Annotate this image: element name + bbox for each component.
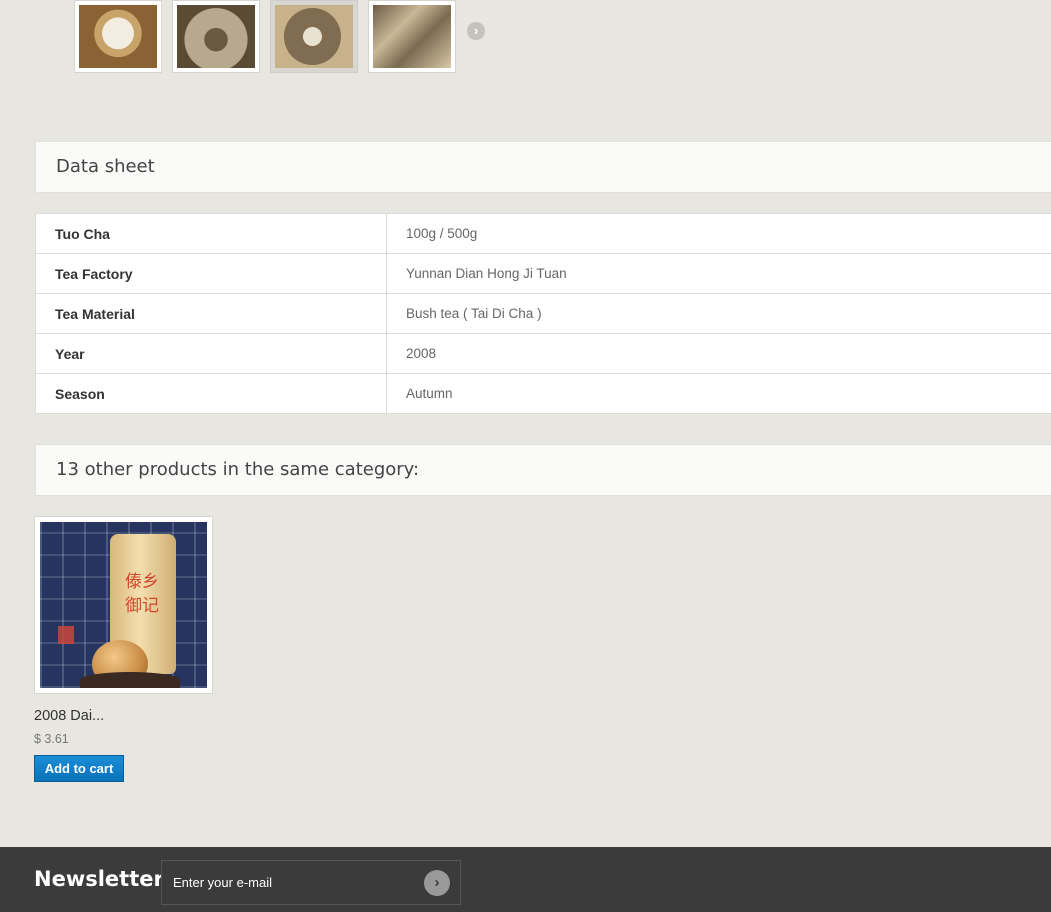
- table-row: Tea Factory Yunnan Dian Hong Ji Tuan: [35, 253, 1051, 294]
- datasheet-key: Year: [35, 333, 387, 374]
- product-price: $ 3.61: [34, 732, 69, 746]
- datasheet-value: 2008: [386, 333, 1051, 374]
- thumbnail-image: [79, 5, 157, 68]
- tray-shape: [80, 672, 180, 688]
- thumbnail-3[interactable]: [270, 0, 358, 73]
- stamp-mark: [58, 626, 74, 644]
- datasheet-value: Bush tea ( Tai Di Cha ): [386, 293, 1051, 334]
- datasheet-key: Tea Factory: [35, 253, 387, 294]
- datasheet-key: Tuo Cha: [35, 213, 387, 254]
- datasheet-key: Tea Material: [35, 293, 387, 334]
- datasheet-key: Season: [35, 373, 387, 414]
- thumbnail-image: [373, 5, 451, 68]
- datasheet-title: Data sheet: [35, 141, 1051, 193]
- datasheet-table: Tuo Cha 100g / 500g Tea Factory Yunnan D…: [35, 213, 1051, 414]
- thumbnail-2[interactable]: [172, 0, 260, 73]
- product-image: 傣乡御记: [40, 522, 207, 688]
- table-row: Tuo Cha 100g / 500g: [35, 213, 1051, 254]
- thumbnail-strip: ›: [74, 0, 485, 73]
- product-card: 傣乡御记 2008 Dai... $ 3.61 Add to cart: [34, 516, 214, 782]
- chevron-right-icon[interactable]: ›: [424, 870, 450, 896]
- bag-lettering: 傣乡御记: [125, 572, 159, 616]
- newsletter-title: Newsletter: [34, 867, 164, 891]
- product-image-link[interactable]: 傣乡御记: [34, 516, 213, 694]
- thumbnail-1[interactable]: [74, 0, 162, 73]
- table-row: Tea Material Bush tea ( Tai Di Cha ): [35, 293, 1051, 334]
- related-products-title: 13 other products in the same category:: [35, 444, 1051, 496]
- product-name-link[interactable]: 2008 Dai...: [34, 708, 214, 724]
- add-to-cart-button[interactable]: Add to cart: [34, 755, 124, 782]
- datasheet-value: Yunnan Dian Hong Ji Tuan: [386, 253, 1051, 294]
- datasheet-value: Autumn: [386, 373, 1051, 414]
- product-page: › Data sheet Tuo Cha 100g / 500g Tea Fac…: [0, 0, 1051, 912]
- chevron-right-icon[interactable]: ›: [467, 22, 485, 40]
- newsletter-footer: Newsletter ›: [0, 847, 1051, 912]
- newsletter-form: ›: [161, 860, 461, 905]
- thumbnail-image: [275, 5, 353, 68]
- newsletter-email-input[interactable]: [162, 861, 412, 904]
- datasheet-value: 100g / 500g: [386, 213, 1051, 254]
- table-row: Season Autumn: [35, 373, 1051, 414]
- thumbnail-image: [177, 5, 255, 68]
- thumbnail-4[interactable]: [368, 0, 456, 73]
- table-row: Year 2008: [35, 333, 1051, 374]
